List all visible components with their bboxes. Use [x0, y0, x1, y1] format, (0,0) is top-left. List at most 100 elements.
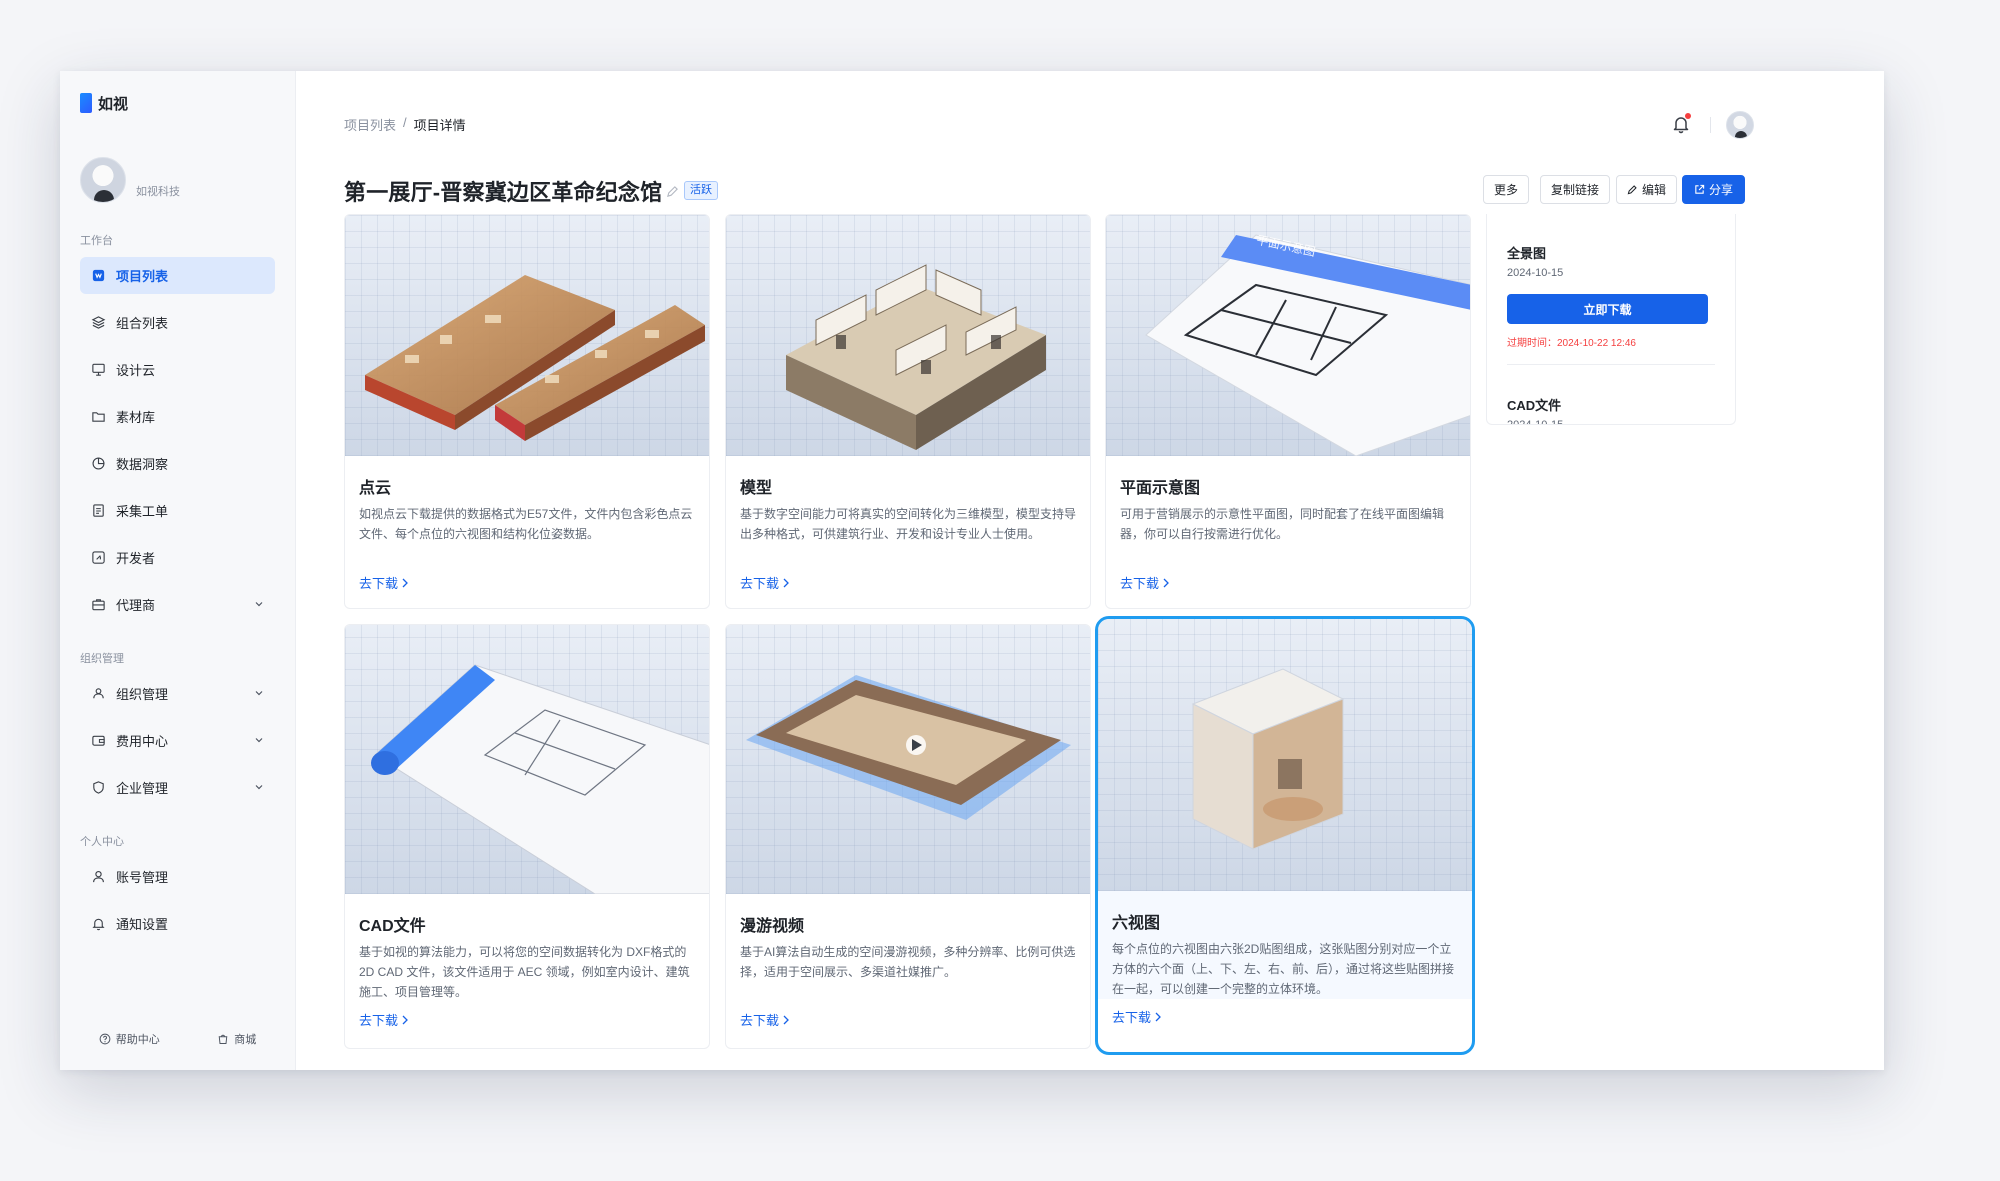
copy-link-button[interactable]: 复制链接 [1540, 175, 1611, 204]
download-link-model[interactable]: 去下载 [740, 573, 790, 592]
download-link-cad[interactable]: 去下载 [359, 1010, 409, 1029]
download-link-label: 去下载 [740, 576, 780, 591]
sidebar-item-pie-chart[interactable]: 数据洞察 [80, 445, 275, 482]
wallet-icon [90, 733, 106, 749]
sidebar-item-code[interactable]: 开发者 [80, 539, 275, 576]
project-list-icon [90, 268, 106, 284]
more-button[interactable]: 更多 [1483, 175, 1530, 204]
download-link-label: 去下载 [1112, 1010, 1152, 1025]
app-window: 如视 如视科技 工作台 项目列表组合列表设计云素材库数据洞察采集工单开发者代理商… [60, 71, 1884, 1070]
download-link-label: 去下载 [359, 1013, 399, 1028]
download-link-floorplan[interactable]: 去下载 [1120, 573, 1170, 592]
sidebar-item-document[interactable]: 采集工单 [80, 492, 275, 529]
edit-title-icon[interactable] [666, 185, 679, 198]
card-description: 每个点位的六视图由六张2D贴图组成，这张贴图分别对应一个立方体的六个面（上、下、… [1112, 942, 1455, 996]
cad-file-date: 2024-10-15 [1507, 419, 1564, 425]
breadcrumb-separator: / [403, 115, 407, 130]
video-illustration [746, 675, 1071, 820]
code-icon [90, 550, 106, 566]
sidebar-item-org[interactable]: 组织管理 [80, 675, 275, 712]
user-icon [90, 869, 106, 885]
chevron-down-icon [255, 602, 263, 607]
point-cloud-image [345, 215, 709, 456]
card-six-views[interactable]: 六视图 每个点位的六视图由六张2D贴图组成，这张贴图分别对应一个立方体的六个面（… [1095, 616, 1475, 1055]
sidebar-item-label: 采集工单 [116, 504, 169, 519]
card-cad[interactable]: CAD文件 基于如视的算法能力，可以将您的空间数据转化为 DXF格式的 2D C… [344, 624, 710, 1049]
document-icon [90, 503, 106, 519]
panorama-title: 全景图 [1507, 246, 1547, 261]
shop-link[interactable]: 商城 [217, 1031, 256, 1047]
avatar[interactable] [80, 157, 126, 203]
card-floorplan[interactable]: 平面示意图 平面示意图 可用于营销展示的示意性平面图，同时配套了在线平面图编辑器… [1105, 214, 1471, 609]
six-views-illustration [1191, 668, 1345, 850]
download-link-point-cloud[interactable]: 去下载 [359, 573, 409, 592]
monitor-icon [90, 362, 106, 378]
sidebar-item-folder[interactable]: 素材库 [80, 398, 275, 435]
chevron-right-icon [402, 578, 408, 587]
section-label-personal: 个人中心 [80, 836, 124, 848]
sidebar: 如视 如视科技 工作台 项目列表组合列表设计云素材库数据洞察采集工单开发者代理商… [60, 71, 296, 1070]
logo[interactable]: 如视 [80, 91, 275, 115]
chevron-right-icon [783, 578, 789, 587]
org-icon [90, 686, 106, 702]
card-title: 平面示意图 [1120, 480, 1201, 497]
card-point-cloud[interactable]: 点云 如视点云下载提供的数据格式为E57文件，文件内包含彩色点云文件、每个点位的… [344, 214, 710, 609]
download-link-six-views[interactable]: 去下载 [1112, 1007, 1162, 1026]
download-link-label: 去下载 [740, 1013, 780, 1028]
sidebar-item-wallet[interactable]: 费用中心 [80, 722, 275, 759]
card-description: 如视点云下载提供的数据格式为E57文件，文件内包含彩色点云文件、每个点位的六视图… [359, 507, 693, 541]
section-label-workspace: 工作台 [80, 235, 113, 247]
chevron-down-icon [255, 785, 263, 790]
sidebar-item-user[interactable]: 账号管理 [80, 858, 275, 895]
user-profile[interactable]: 如视科技 [80, 153, 275, 203]
sidebar-item-label: 通知设置 [116, 917, 169, 932]
share-icon [1695, 184, 1705, 194]
breadcrumb-parent[interactable]: 项目列表 [344, 115, 396, 134]
breadcrumb-current: 项目详情 [413, 118, 466, 133]
chevron-down-icon [255, 691, 263, 696]
shop-label: 商城 [234, 1034, 257, 1046]
logo-icon [80, 93, 92, 113]
download-link-video[interactable]: 去下载 [740, 1010, 790, 1029]
logo-text: 如视 [98, 95, 129, 113]
sidebar-item-label: 组合列表 [116, 316, 169, 331]
card-roaming-video[interactable]: 漫游视频 基于AI算法自动生成的空间漫游视频，多种分辨率、比例可供选择，适用于空… [725, 624, 1091, 1049]
help-icon [99, 1033, 111, 1045]
sidebar-item-briefcase[interactable]: 代理商 [80, 586, 275, 623]
more-button-label: 更多 [1494, 183, 1519, 197]
briefcase-icon [90, 597, 106, 613]
download-now-button[interactable]: 立即下载 [1507, 294, 1708, 324]
sidebar-item-label: 企业管理 [116, 781, 169, 796]
sidebar-item-label: 账号管理 [116, 870, 169, 885]
cad-image [345, 625, 709, 894]
sidebar-item-bell[interactable]: 通知设置 [80, 905, 275, 942]
card-title: 六视图 [1112, 915, 1161, 932]
user-avatar[interactable] [1726, 111, 1754, 139]
sidebar-item-label: 开发者 [116, 551, 156, 566]
sidebar-footer: 帮助中心 商城 [60, 1008, 295, 1070]
card-description: 基于AI算法自动生成的空间漫游视频，多种分辨率、比例可供选择，适用于空间展示、多… [740, 945, 1076, 979]
edit-button[interactable]: 编辑 [1616, 175, 1678, 204]
card-model[interactable]: 模型 基于数字空间能力可将真实的空间转化为三维模型，模型支持导出多种格式，可供建… [725, 214, 1091, 609]
copy-link-label: 复制链接 [1551, 183, 1600, 197]
download-panel: 全景图 2024-10-15 立即下载 过期时间：2024-10-22 12:4… [1486, 214, 1736, 425]
sidebar-item-layers[interactable]: 组合列表 [80, 304, 275, 341]
section-label-org: 组织管理 [80, 653, 124, 665]
sidebar-item-project-list[interactable]: 项目列表 [80, 257, 275, 294]
notification-button[interactable] [1670, 113, 1692, 135]
folder-icon [90, 409, 106, 425]
card-description: 可用于营销展示的示意性平面图，同时配套了在线平面图编辑器，你可以自行按需进行优化… [1120, 507, 1445, 541]
share-button-label: 分享 [1708, 183, 1733, 197]
main-content: 项目列表 / 项目详情 第一展厅-晋察冀边区革命纪念馆 活跃 更多 复制链接 编… [296, 71, 1884, 1070]
card-description: 基于如视的算法能力，可以将您的空间数据转化为 DXF格式的 2D CAD 文件，… [359, 945, 690, 999]
breadcrumb: 项目列表 / 项目详情 [344, 115, 466, 134]
shield-icon [90, 780, 106, 796]
card-title: 模型 [740, 480, 773, 497]
sidebar-item-shield[interactable]: 企业管理 [80, 769, 275, 806]
sidebar-item-monitor[interactable]: 设计云 [80, 351, 275, 388]
share-button[interactable]: 分享 [1682, 175, 1745, 204]
cad-illustration [371, 664, 709, 894]
help-center-link[interactable]: 帮助中心 [99, 1031, 160, 1047]
model-illustration [786, 264, 1046, 450]
edit-button-label: 编辑 [1642, 183, 1667, 197]
